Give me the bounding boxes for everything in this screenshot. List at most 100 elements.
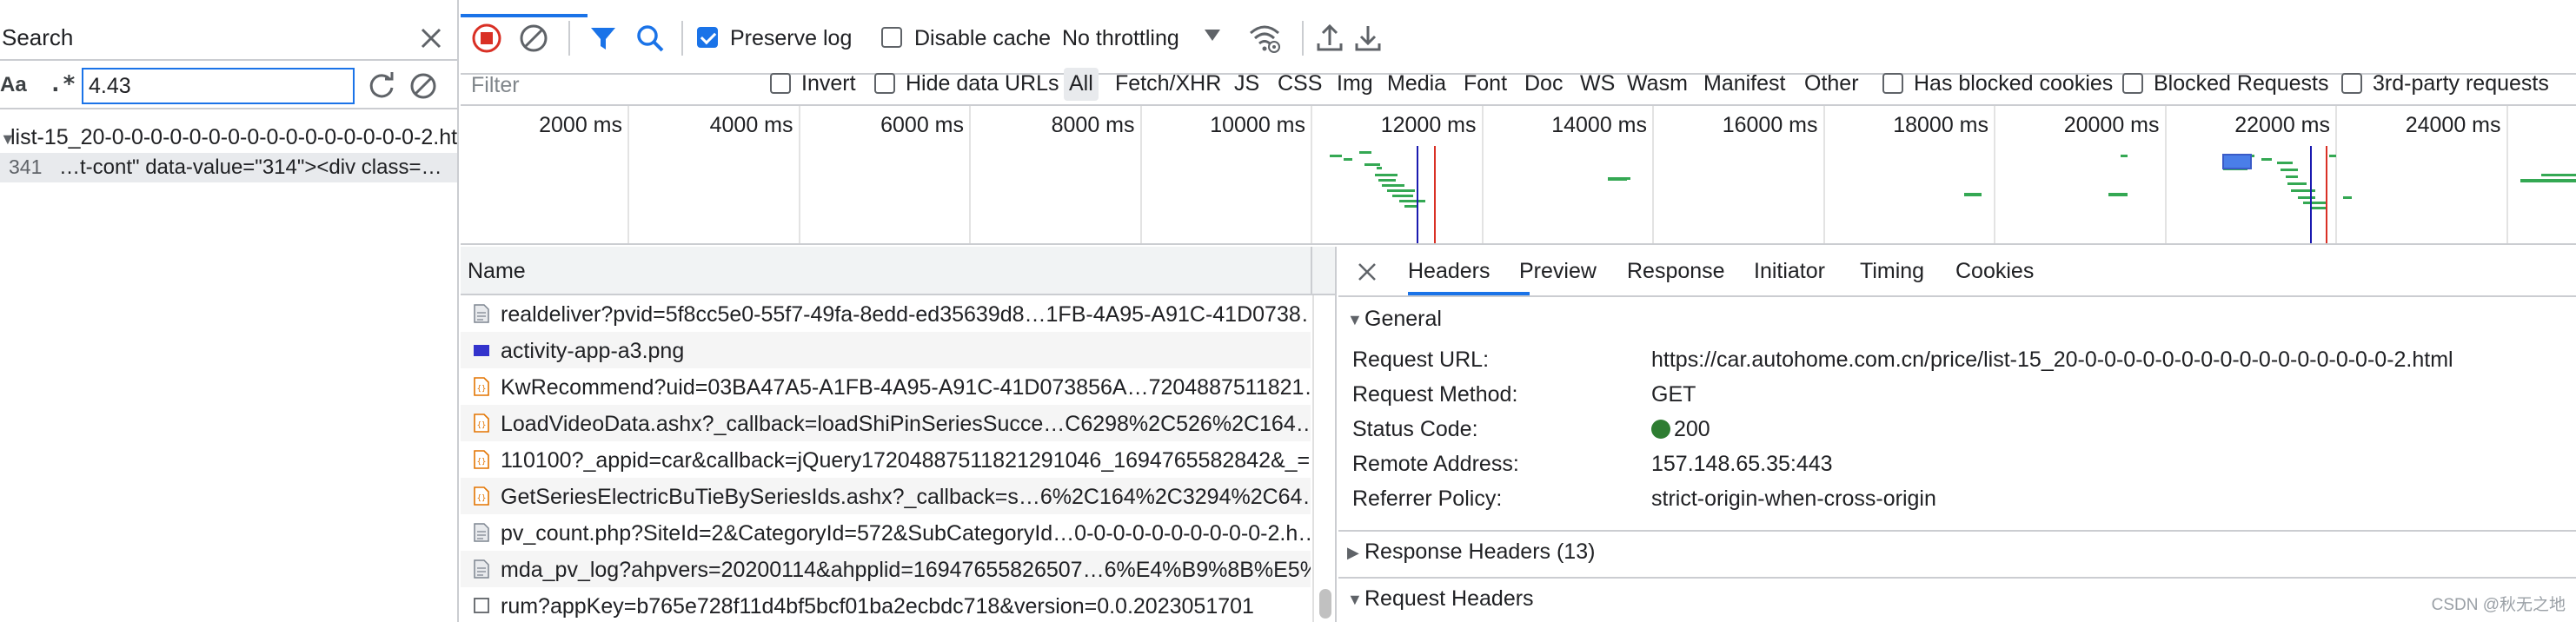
refresh-icon[interactable] xyxy=(365,69,398,103)
close-icon[interactable] xyxy=(1354,259,1380,285)
search-result-line[interactable]: 341 …t-cont" data-value="314"><div class… xyxy=(0,153,457,182)
request-name: pv_count.php?SiteId=2&CategoryId=572&Sub… xyxy=(501,521,1311,546)
clear-log-icon[interactable] xyxy=(518,23,549,54)
disable-cache-checkbox[interactable] xyxy=(881,27,902,48)
document-icon xyxy=(473,304,490,323)
chevron-down-icon[interactable] xyxy=(1205,30,1220,41)
preserve-log-checkbox[interactable] xyxy=(697,27,718,48)
load-event-marker xyxy=(2326,146,2327,243)
regex-button[interactable]: .* xyxy=(49,71,76,97)
waterfall-bar xyxy=(2281,169,2298,171)
type-filter-doc[interactable]: Doc xyxy=(1524,71,1563,96)
table-row[interactable]: rum?appKey=b765e728f11d4bf5bcf01ba2ecbdc… xyxy=(461,587,1311,622)
tab-timing[interactable]: Timing xyxy=(1860,259,1924,284)
type-filter-css[interactable]: CSS xyxy=(1278,71,1322,96)
has-blocked-cookies-checkbox[interactable] xyxy=(1882,73,1903,94)
details-tabbar: Headers Preview Response Initiator Timin… xyxy=(1338,247,2576,297)
invert-checkbox[interactable] xyxy=(770,73,791,94)
filter-placeholder: Filter xyxy=(471,73,520,97)
column-header-name[interactable]: Name xyxy=(461,247,1335,295)
match-case-button[interactable]: Aa xyxy=(0,73,27,97)
filter-icon[interactable] xyxy=(588,23,619,54)
table-row[interactable]: realdeliver?pvid=5f8cc5e0-55f7-49fa-8edd… xyxy=(461,295,1311,332)
table-row[interactable]: activity-app-a3.png xyxy=(461,332,1311,368)
waterfall-bar xyxy=(2312,207,2326,209)
triangle-right-icon[interactable]: ▶ xyxy=(1347,544,1359,562)
search-input[interactable] xyxy=(82,68,355,104)
waterfall-bar xyxy=(1392,195,1413,197)
filter-input[interactable]: Filter xyxy=(461,66,756,103)
network-toolbar: Preserve log Disable cache No throttling xyxy=(461,0,2576,75)
network-conditions-icon[interactable] xyxy=(1248,23,1281,54)
remote-address-value: 157.148.65.35:443 xyxy=(1651,452,1833,476)
type-filter-wasm[interactable]: Wasm xyxy=(1627,71,1688,96)
type-filter-ws[interactable]: WS xyxy=(1580,71,1615,96)
type-filter-js[interactable]: JS xyxy=(1234,71,1259,96)
waterfall-bar xyxy=(1620,177,1630,180)
preserve-log-label[interactable]: Preserve log xyxy=(730,26,852,51)
table-row[interactable]: mda_pv_log?ahpvers=20200114&ahpplid=1694… xyxy=(461,551,1311,587)
load-event-marker xyxy=(1434,146,1436,243)
has-blocked-cookies-label[interactable]: Has blocked cookies xyxy=(1914,71,2113,96)
tab-response[interactable]: Response xyxy=(1627,259,1725,284)
triangle-down-icon[interactable]: ▼ xyxy=(1347,311,1363,329)
invert-label[interactable]: Invert xyxy=(801,71,856,96)
tab-preview[interactable]: Preview xyxy=(1519,259,1597,284)
type-filter-other[interactable]: Other xyxy=(1804,71,1859,96)
disable-cache-label[interactable]: Disable cache xyxy=(914,26,1051,51)
table-row[interactable]: {} KwRecommend?uid=03BA47A5-A1FB-4A95-A91… xyxy=(461,368,1311,405)
scrollbar-thumb[interactable] xyxy=(1319,589,1331,619)
column-divider xyxy=(1311,247,1312,295)
export-har-icon[interactable] xyxy=(1352,21,1384,54)
network-overview[interactable]: 2000 ms 4000 ms 6000 ms 8000 ms 10000 ms 1200… xyxy=(461,104,2576,245)
hide-data-urls-checkbox[interactable] xyxy=(874,73,895,94)
script-icon: {} xyxy=(473,486,490,506)
search-result-file[interactable]: ▼ list-15_20-0-0-0-0-0-0-0-0-0-0-0-0-0-0… xyxy=(0,123,459,155)
tab-initiator[interactable]: Initiator xyxy=(1754,259,1825,284)
table-row[interactable]: pv_count.php?SiteId=2&CategoryId=572&Sub… xyxy=(461,514,1311,551)
request-name: mda_pv_log?ahpvers=20200114&ahpplid=1694… xyxy=(501,558,1311,582)
document-icon xyxy=(473,523,490,542)
third-party-requests-checkbox[interactable] xyxy=(2341,73,2362,94)
triangle-down-icon[interactable]: ▼ xyxy=(1347,591,1363,609)
request-method-key: Request Method: xyxy=(1352,382,1518,407)
type-filter-fetch-xhr[interactable]: Fetch/XHR xyxy=(1115,71,1221,96)
section-response-headers-label: Response Headers (13) xyxy=(1364,539,1596,564)
third-party-requests-label[interactable]: 3rd-party requests xyxy=(2373,71,2549,96)
blocked-requests-checkbox[interactable] xyxy=(2122,73,2143,94)
blocked-requests-label[interactable]: Blocked Requests xyxy=(2154,71,2329,96)
toolbar-divider xyxy=(568,21,570,56)
type-filter-font[interactable]: Font xyxy=(1464,71,1507,96)
tab-cookies[interactable]: Cookies xyxy=(1955,259,2034,284)
request-name: KwRecommend?uid=03BA47A5-A1FB-4A95-A91C-… xyxy=(501,375,1311,400)
search-icon[interactable] xyxy=(634,23,666,54)
record-icon[interactable] xyxy=(471,23,502,54)
waterfall-bar xyxy=(2277,162,2293,164)
waterfall-bar xyxy=(1382,184,1404,187)
import-har-icon[interactable] xyxy=(1314,21,1345,54)
close-icon[interactable] xyxy=(414,21,448,56)
waterfall-bar xyxy=(1359,151,1371,154)
search-bar: Aa .* xyxy=(0,63,457,109)
type-filter-all[interactable]: All xyxy=(1064,68,1099,101)
section-request-headers[interactable]: ▼ Request Headers xyxy=(1338,577,2576,620)
type-filter-manifest[interactable]: Manifest xyxy=(1703,71,1785,96)
table-row[interactable]: {} GetSeriesElectricBuTieBySeriesIds.ashx… xyxy=(461,478,1311,514)
clear-icon[interactable] xyxy=(407,69,440,103)
waterfall-overview xyxy=(1330,146,2576,243)
throttling-select[interactable]: No throttling xyxy=(1062,26,1179,51)
table-row[interactable]: {} 110100?_appid=car&callback=jQuery17204… xyxy=(461,441,1311,478)
search-header: Search xyxy=(0,16,457,61)
search-result-file-name: list-15_20-0-0-0-0-0-0-0-0-0-0-0-0-0-0-0… xyxy=(10,125,459,149)
type-filter-img[interactable]: Img xyxy=(1337,71,1373,96)
section-response-headers[interactable]: ▶ Response Headers (13) xyxy=(1338,530,2576,573)
type-filter-media[interactable]: Media xyxy=(1387,71,1446,96)
request-name: activity-app-a3.png xyxy=(501,339,685,363)
waterfall-bar xyxy=(2222,154,2252,169)
section-general[interactable]: ▼ General xyxy=(1338,299,2576,342)
request-name: GetSeriesElectricBuTieBySeriesIds.ashx?_… xyxy=(501,485,1311,509)
table-row[interactable]: {} LoadVideoData.ashx?_callback=loadShiPi… xyxy=(461,405,1311,441)
requests-scrollbar[interactable] xyxy=(1312,295,1335,622)
hide-data-urls-label[interactable]: Hide data URLs xyxy=(906,71,1059,96)
tab-headers[interactable]: Headers xyxy=(1408,259,1490,284)
